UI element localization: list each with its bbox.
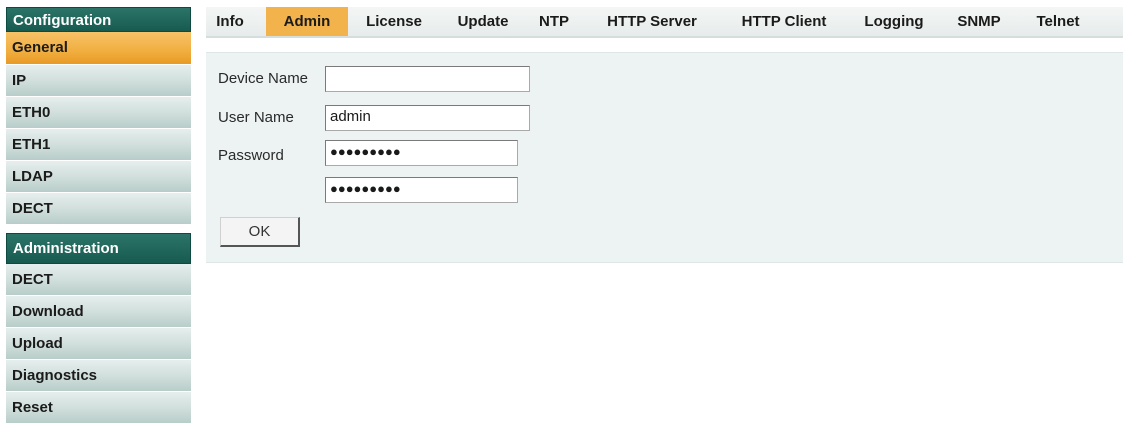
tab-snmp[interactable]: SNMP: [952, 7, 1006, 36]
sidebar-item-ip[interactable]: IP: [6, 65, 191, 97]
tab-info[interactable]: Info: [212, 7, 248, 36]
sidebar-item-general[interactable]: General: [6, 32, 191, 65]
admin-form-panel: Device Name User Name admin Password ●●●…: [206, 52, 1123, 263]
tab-admin[interactable]: Admin: [266, 7, 348, 36]
sidebar: Configuration General IP ETH0 ETH1 LDAP …: [6, 7, 191, 424]
tab-telnet[interactable]: Telnet: [1028, 7, 1088, 36]
ok-button[interactable]: OK: [220, 217, 300, 247]
password-field[interactable]: ●●●●●●●●●: [325, 140, 518, 166]
password-confirm-field[interactable]: ●●●●●●●●●: [325, 177, 518, 203]
sidebar-item-dect-admin[interactable]: DECT: [6, 264, 191, 296]
sidebar-item-reset[interactable]: Reset: [6, 392, 191, 424]
tab-http-server[interactable]: HTTP Server: [598, 7, 706, 36]
sidebar-item-eth0[interactable]: ETH0: [6, 97, 191, 129]
sidebar-item-upload[interactable]: Upload: [6, 328, 191, 360]
user-name-field[interactable]: admin: [325, 105, 530, 131]
tab-license[interactable]: License: [358, 7, 430, 36]
device-name-field[interactable]: [325, 66, 530, 92]
sidebar-item-dect-config[interactable]: DECT: [6, 193, 191, 225]
sidebar-item-download[interactable]: Download: [6, 296, 191, 328]
sidebar-item-ldap[interactable]: LDAP: [6, 161, 191, 193]
configuration-header: Configuration: [6, 7, 191, 32]
tab-ntp[interactable]: NTP: [534, 7, 574, 36]
sidebar-item-diagnostics[interactable]: Diagnostics: [6, 360, 191, 392]
tab-logging[interactable]: Logging: [856, 7, 932, 36]
tab-http-client[interactable]: HTTP Client: [729, 7, 839, 36]
sidebar-item-eth1[interactable]: ETH1: [6, 129, 191, 161]
device-name-label: Device Name: [218, 70, 309, 87]
tab-bar: Info Admin License Update NTP HTTP Serve…: [206, 7, 1123, 38]
password-label: Password: [218, 147, 284, 164]
user-name-label: User Name: [218, 109, 294, 126]
administration-header: Administration: [6, 233, 191, 264]
tab-update[interactable]: Update: [450, 7, 516, 36]
